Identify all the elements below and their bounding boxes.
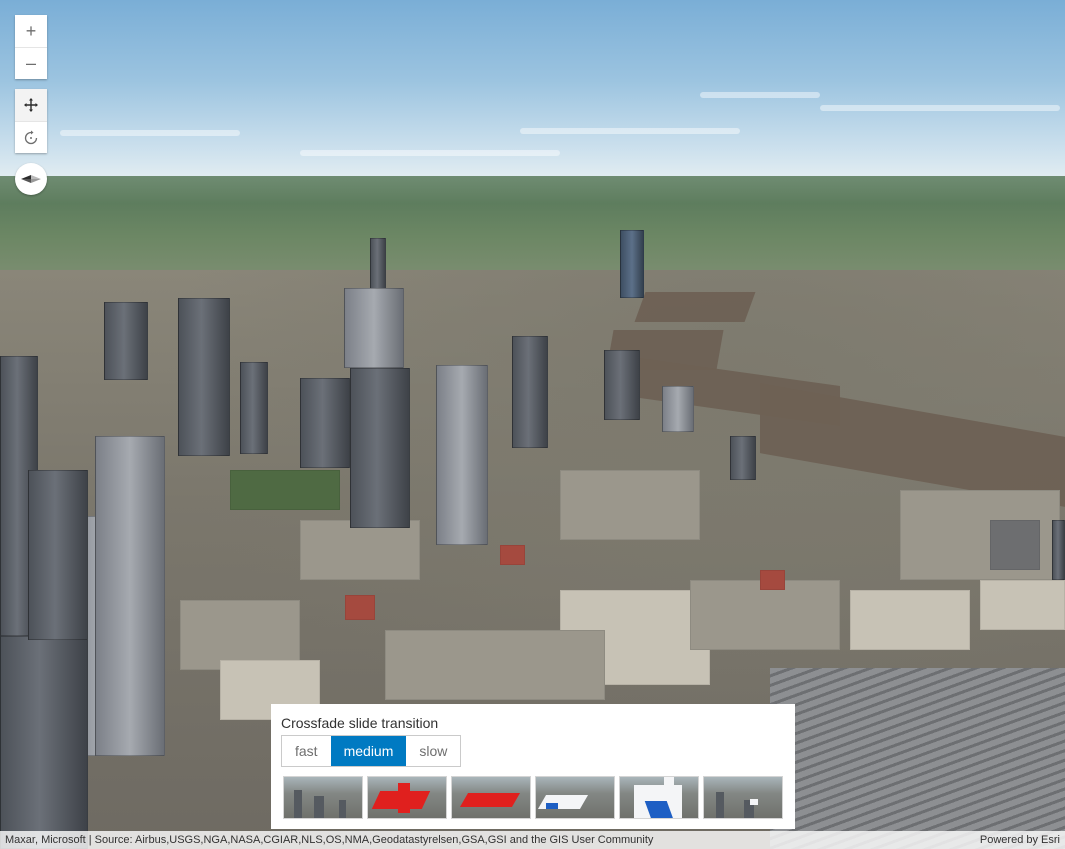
river: [634, 292, 756, 322]
slide-thumbnail-2[interactable]: [367, 776, 447, 819]
panel-title: Crossfade slide transition: [281, 715, 439, 731]
slide-thumbnail-5[interactable]: [619, 776, 699, 819]
sky: [0, 0, 1065, 180]
rotate-button[interactable]: [15, 121, 47, 153]
train-station-roofs: [770, 668, 1065, 849]
slides-panel: Crossfade slide transition fast medium s…: [271, 704, 795, 829]
speed-option-medium[interactable]: medium: [330, 736, 407, 766]
speed-option-slow[interactable]: slow: [406, 736, 461, 766]
attribution-sources[interactable]: Maxar, Microsoft | Source: Airbus,USGS,N…: [5, 834, 653, 846]
transition-speed-control: fast medium slow: [281, 735, 462, 767]
compass-button[interactable]: [15, 163, 47, 195]
zoom-out-button[interactable]: –: [15, 47, 47, 79]
compass-icon: [21, 175, 41, 183]
slide-thumbnail-1[interactable]: [283, 776, 363, 819]
slide-thumbnail-3[interactable]: [451, 776, 531, 819]
attribution-bar: Maxar, Microsoft | Source: Airbus,USGS,N…: [0, 831, 1065, 849]
navigation-toggle: [15, 89, 47, 153]
powered-by-esri[interactable]: Powered by Esri: [980, 834, 1060, 846]
speed-option-fast[interactable]: fast: [282, 736, 331, 766]
slide-thumbnails: [281, 776, 785, 819]
pan-icon: [24, 98, 38, 112]
slide-thumbnail-4[interactable]: [535, 776, 615, 819]
slide-thumbnail-6[interactable]: [703, 776, 783, 819]
zoom-controls: + –: [15, 15, 47, 79]
rotate-icon: [24, 130, 38, 144]
pan-button[interactable]: [15, 89, 47, 121]
zoom-in-button[interactable]: +: [15, 15, 47, 47]
